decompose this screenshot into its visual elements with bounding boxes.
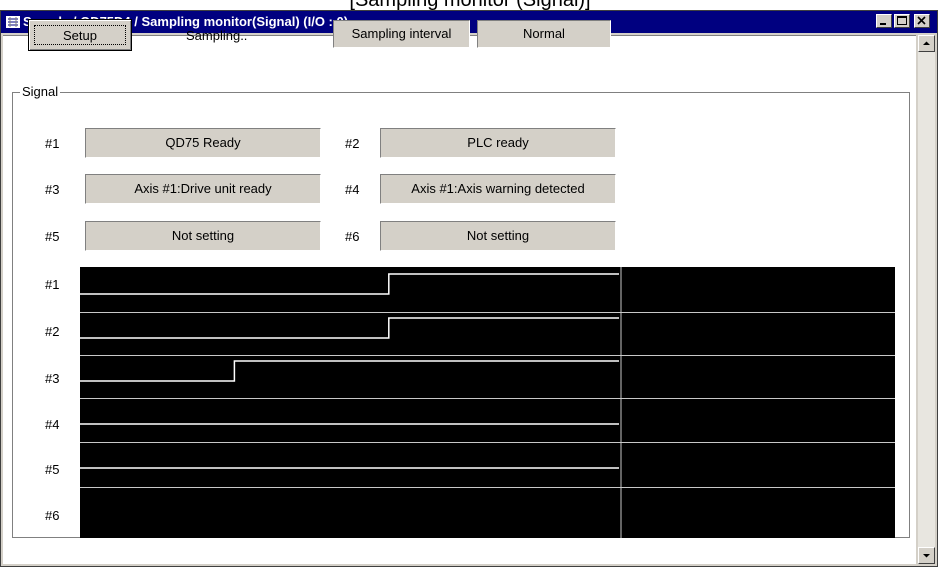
scroll-up-button[interactable] bbox=[918, 35, 935, 52]
figure-caption: [Sampling monitor (Signal)] bbox=[0, 0, 940, 10]
waveform-plot bbox=[80, 267, 895, 538]
signal-name-1[interactable]: QD75 Ready bbox=[85, 128, 321, 158]
wave-label-3: #3 bbox=[45, 371, 60, 386]
close-icon bbox=[917, 16, 926, 25]
scroll-track[interactable] bbox=[918, 52, 935, 547]
signal-name-3[interactable]: Axis #1:Drive unit ready bbox=[85, 174, 321, 204]
signal-id-1: #1 bbox=[45, 136, 60, 151]
signal-group-title: Signal bbox=[20, 84, 61, 99]
signal-name-5[interactable]: Not setting bbox=[85, 221, 321, 251]
arrow-up-icon bbox=[923, 41, 930, 45]
signal-id-4: #4 bbox=[345, 182, 360, 197]
signal-trace-3 bbox=[80, 360, 619, 382]
signal-id-3: #3 bbox=[45, 182, 60, 197]
wave-label-2: #2 bbox=[45, 324, 60, 339]
setup-button-label: Setup bbox=[34, 25, 126, 45]
sampling-status: Sampling.. bbox=[186, 28, 248, 43]
minimize-icon bbox=[880, 23, 886, 25]
wave-label-1: #1 bbox=[45, 277, 60, 292]
close-button[interactable] bbox=[914, 14, 930, 28]
figure-caption-text: [Sampling monitor (Signal)] bbox=[0, 0, 940, 10]
signal-id-2: #2 bbox=[345, 136, 360, 151]
scroll-down-button[interactable] bbox=[918, 547, 935, 564]
wave-label-5: #5 bbox=[45, 462, 60, 477]
app-icon bbox=[6, 16, 20, 28]
arrow-down-icon bbox=[923, 554, 930, 558]
minimize-button[interactable] bbox=[876, 14, 892, 28]
maximize-button[interactable] bbox=[894, 14, 910, 28]
signal-name-6[interactable]: Not setting bbox=[380, 221, 616, 251]
maximize-icon bbox=[897, 16, 907, 25]
signal-name-4[interactable]: Axis #1:Axis warning detected bbox=[380, 174, 616, 204]
wave-label-4: #4 bbox=[45, 417, 60, 432]
waveform-display bbox=[80, 267, 895, 538]
setup-button[interactable]: Setup bbox=[28, 19, 132, 51]
signal-id-6: #6 bbox=[345, 229, 360, 244]
wave-label-6: #6 bbox=[45, 508, 60, 523]
signal-trace-2 bbox=[80, 317, 619, 339]
sampling-interval-label: Sampling interval bbox=[333, 20, 470, 48]
vertical-scrollbar[interactable] bbox=[918, 35, 935, 564]
sampling-interval-value: Normal bbox=[477, 20, 611, 48]
signal-name-2[interactable]: PLC ready bbox=[380, 128, 616, 158]
signal-trace-1 bbox=[80, 273, 619, 295]
signal-id-5: #5 bbox=[45, 229, 60, 244]
